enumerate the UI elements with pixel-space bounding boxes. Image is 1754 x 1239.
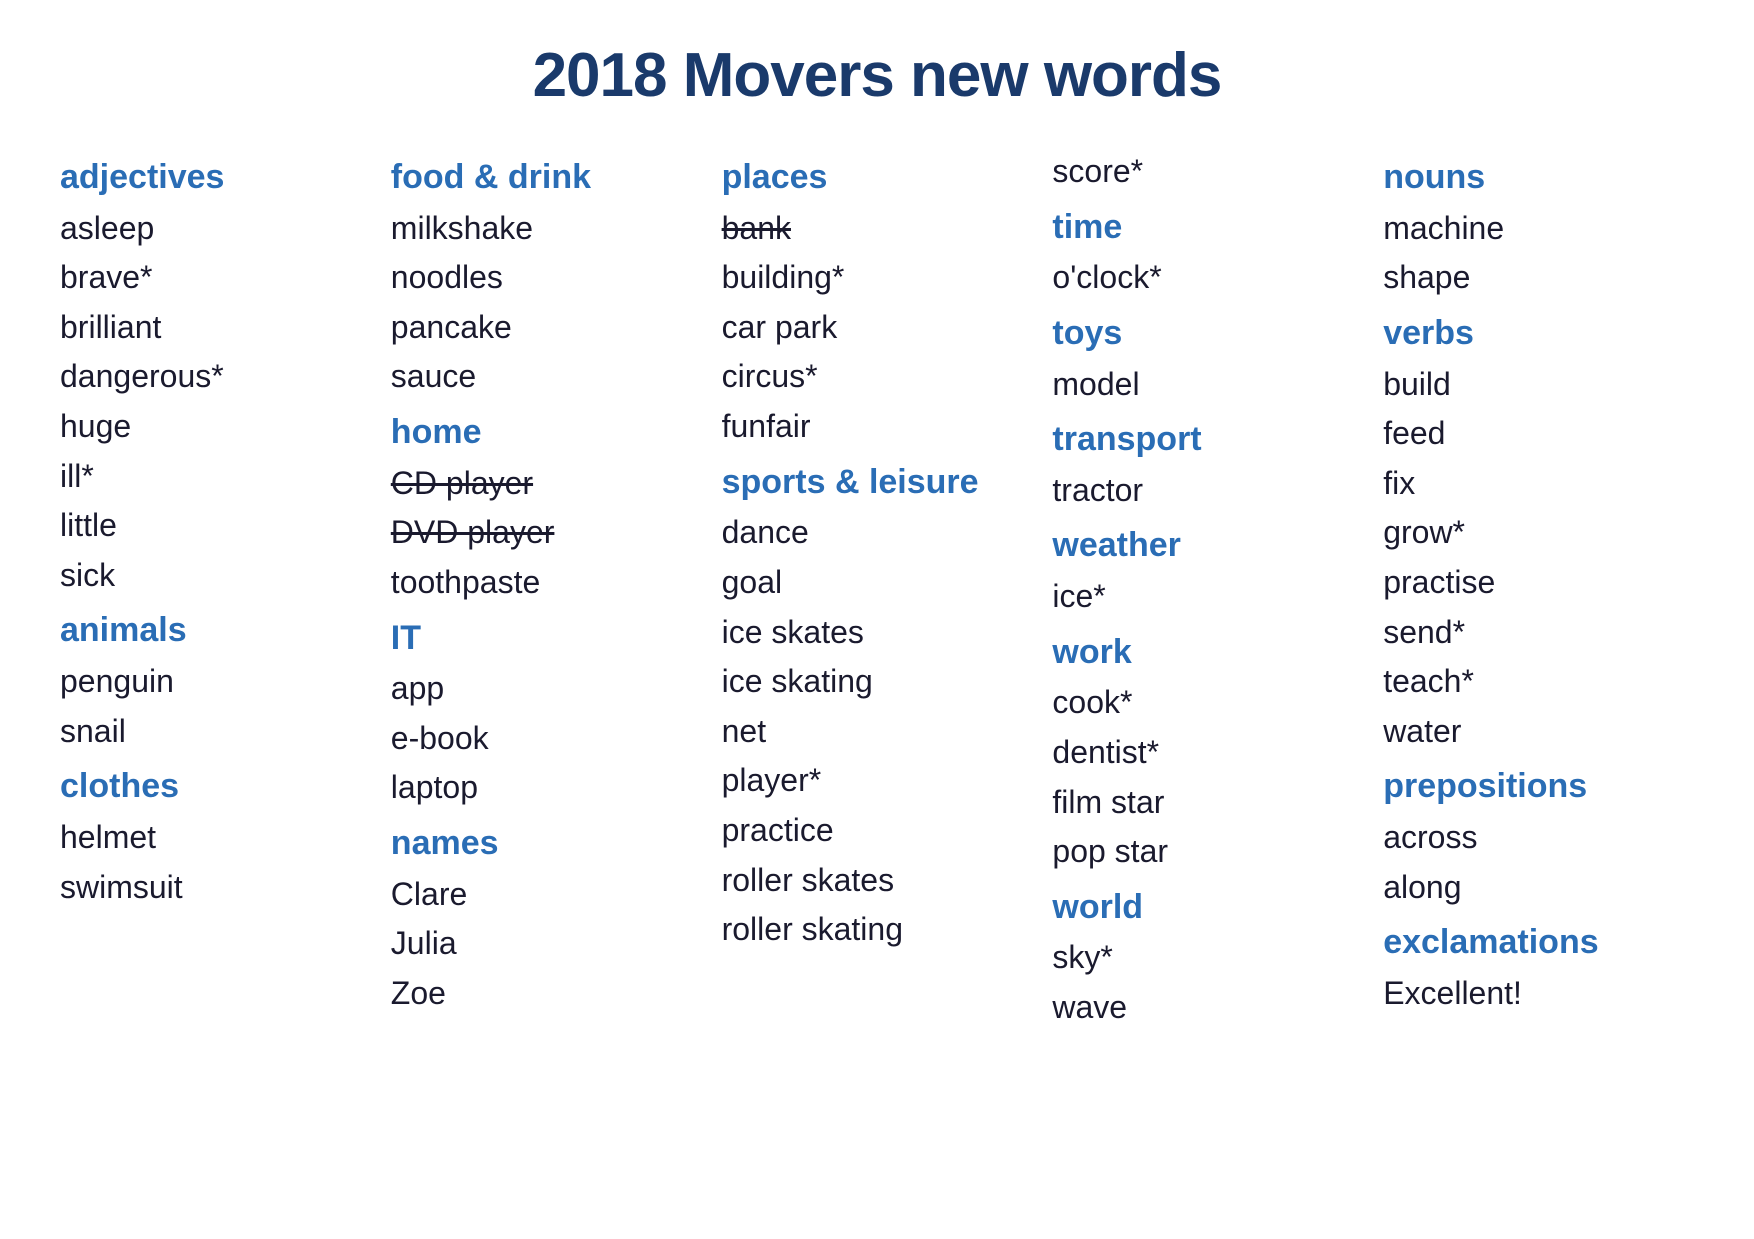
word-item: funfair <box>722 402 1033 452</box>
column-col1: adjectivesasleepbrave*brilliantdangerous… <box>60 147 371 1033</box>
column-col3: placesbankbuilding*car parkcircus*funfai… <box>722 147 1033 1033</box>
word-item: teach* <box>1383 657 1694 707</box>
word-item: building* <box>722 253 1033 303</box>
word-item: o'clock* <box>1052 253 1363 303</box>
category-label: clothes <box>60 760 371 813</box>
word-item: laptop <box>391 763 702 813</box>
word-item: ice skates <box>722 608 1033 658</box>
category-label: names <box>391 817 702 870</box>
word-item: app <box>391 664 702 714</box>
word-item: DVD player <box>391 508 702 558</box>
word-item: model <box>1052 360 1363 410</box>
category-label: places <box>722 151 1033 204</box>
word-item: player* <box>722 756 1033 806</box>
category-label: toys <box>1052 307 1363 360</box>
word-item: along <box>1383 863 1694 913</box>
column-col5: nounsmachineshapeverbsbuildfeedfixgrow*p… <box>1383 147 1694 1033</box>
word-item: dance <box>722 508 1033 558</box>
word-item: pancake <box>391 303 702 353</box>
word-item: CD player <box>391 459 702 509</box>
word-item: car park <box>722 303 1033 353</box>
word-item: little <box>60 501 371 551</box>
category-label: sports & leisure <box>722 456 1033 509</box>
word-item: cook* <box>1052 678 1363 728</box>
word-item: score* <box>1052 147 1363 197</box>
word-item: snail <box>60 707 371 757</box>
word-item: brilliant <box>60 303 371 353</box>
category-label: verbs <box>1383 307 1694 360</box>
word-item: ill* <box>60 452 371 502</box>
category-label: transport <box>1052 413 1363 466</box>
word-item: film star <box>1052 778 1363 828</box>
word-item: Julia <box>391 919 702 969</box>
word-item: Zoe <box>391 969 702 1019</box>
category-label: animals <box>60 604 371 657</box>
word-item: tractor <box>1052 466 1363 516</box>
word-item: net <box>722 707 1033 757</box>
word-item: Excellent! <box>1383 969 1694 1019</box>
category-label: IT <box>391 612 702 665</box>
word-item: helmet <box>60 813 371 863</box>
category-label: food & drink <box>391 151 702 204</box>
category-label: nouns <box>1383 151 1694 204</box>
word-item: bank <box>722 204 1033 254</box>
category-label: home <box>391 406 702 459</box>
word-item: sauce <box>391 352 702 402</box>
word-item: pop star <box>1052 827 1363 877</box>
word-item: asleep <box>60 204 371 254</box>
column-col2: food & drinkmilkshakenoodlespancakesauce… <box>391 147 702 1033</box>
word-item: ice skating <box>722 657 1033 707</box>
category-label: exclamations <box>1383 916 1694 969</box>
word-item: roller skating <box>722 905 1033 955</box>
word-item: practise <box>1383 558 1694 608</box>
category-label: work <box>1052 626 1363 679</box>
word-item: shape <box>1383 253 1694 303</box>
word-item: toothpaste <box>391 558 702 608</box>
word-item: huge <box>60 402 371 452</box>
word-item: machine <box>1383 204 1694 254</box>
page-title: 2018 Movers new words <box>60 40 1694 111</box>
category-label: prepositions <box>1383 760 1694 813</box>
category-label: adjectives <box>60 151 371 204</box>
category-label: time <box>1052 201 1363 254</box>
word-item: Clare <box>391 870 702 920</box>
word-item: noodles <box>391 253 702 303</box>
word-item: e-book <box>391 714 702 764</box>
word-grid: adjectivesasleepbrave*brilliantdangerous… <box>60 147 1694 1033</box>
category-label: world <box>1052 881 1363 934</box>
word-item: send* <box>1383 608 1694 658</box>
word-item: fix <box>1383 459 1694 509</box>
word-item: sky* <box>1052 933 1363 983</box>
column-col4: score*timeo'clock*toysmodeltransporttrac… <box>1052 147 1363 1033</box>
word-item: dentist* <box>1052 728 1363 778</box>
word-item: ice* <box>1052 572 1363 622</box>
word-item: build <box>1383 360 1694 410</box>
category-label: weather <box>1052 519 1363 572</box>
word-item: circus* <box>722 352 1033 402</box>
word-item: sick <box>60 551 371 601</box>
word-item: swimsuit <box>60 863 371 913</box>
word-item: goal <box>722 558 1033 608</box>
word-item: penguin <box>60 657 371 707</box>
word-item: wave <box>1052 983 1363 1033</box>
word-item: water <box>1383 707 1694 757</box>
word-item: practice <box>722 806 1033 856</box>
word-item: milkshake <box>391 204 702 254</box>
word-item: across <box>1383 813 1694 863</box>
word-item: grow* <box>1383 508 1694 558</box>
word-item: feed <box>1383 409 1694 459</box>
word-item: brave* <box>60 253 371 303</box>
word-item: roller skates <box>722 856 1033 906</box>
word-item: dangerous* <box>60 352 371 402</box>
